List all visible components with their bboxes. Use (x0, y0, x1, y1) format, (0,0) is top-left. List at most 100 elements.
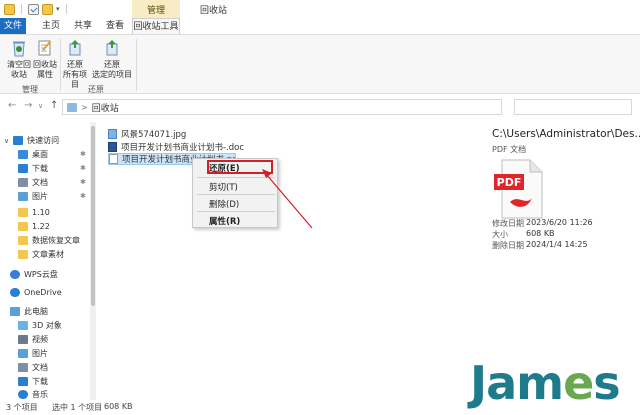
group-label-restore: 还原 (88, 85, 104, 94)
picture-icon (18, 192, 28, 201)
search-input[interactable] (514, 99, 632, 115)
nav-label: WPS云盘 (24, 270, 58, 279)
quick-access-toolbar: ▾ (0, 3, 70, 15)
menu-separator (197, 177, 275, 178)
ribbon: 清空回 收站 回收站 属性 管理 还原 所有项目 还原 选定的项目 还原 (0, 34, 640, 94)
menu-item-delete[interactable]: 删除(D) (209, 198, 239, 210)
folder-icon[interactable] (4, 3, 15, 15)
recycle-bin-properties-icon (35, 38, 55, 58)
pin-icon[interactable]: ✱ (80, 164, 86, 172)
watermark-text: s (593, 356, 620, 410)
nav-folder-article-materials[interactable]: 文章素材 (18, 248, 64, 261)
recycle-bin-properties-label: 回收站 属性 (33, 60, 57, 79)
restore-all-button[interactable]: 还原 所有项目 (60, 38, 90, 90)
nav-desktop[interactable]: 桌面 (18, 148, 48, 161)
forward-arrow-icon[interactable]: → (24, 100, 32, 111)
menu-item-properties[interactable]: 属性(R) (209, 215, 240, 227)
breadcrumb-recycle-bin[interactable]: 回收站 (92, 101, 119, 114)
details-deleted-date: 删除日期 2024/1/4 14:25 (492, 240, 588, 251)
folder-icon (18, 250, 28, 259)
recycle-bin-properties-button[interactable]: 回收站 属性 (30, 38, 60, 80)
context-tab-header: 管理 (132, 0, 180, 18)
status-selected: 选中 1 个项目 (52, 403, 103, 412)
nav-3d-objects[interactable]: 3D 对象 (18, 319, 62, 332)
chevron-down-icon[interactable]: ∨ (4, 137, 9, 145)
nav-quick-access[interactable]: ∨ 快速访问 (4, 134, 59, 147)
nav-label: 快速访问 (27, 136, 60, 145)
list-item[interactable]: 项目开发计划书商业计划书-.doc (108, 141, 244, 153)
nav-label: 下载 (32, 377, 48, 386)
pin-icon[interactable]: ✱ (80, 150, 86, 158)
nav-documents[interactable]: 文档 (18, 176, 48, 189)
image-file-icon (108, 129, 117, 139)
nav-videos[interactable]: 视频 (18, 333, 48, 346)
new-folder-icon[interactable] (42, 3, 53, 15)
tab-view[interactable]: 查看 (102, 18, 128, 34)
details-file-type: PDF 文档 (492, 145, 527, 154)
nav-label: 视频 (32, 335, 48, 344)
up-arrow-icon[interactable]: ↑ (50, 100, 58, 111)
nav-label: 1.10 (32, 208, 50, 217)
status-size: 608 KB (104, 402, 133, 411)
nav-wps-cloud[interactable]: WPS云盘 (10, 268, 58, 281)
group-divider (136, 39, 137, 91)
nav-label: 下载 (32, 164, 48, 173)
prop-value: 2023/6/20 11:26 (526, 218, 593, 227)
scrollbar-thumb[interactable] (91, 126, 95, 306)
prop-key: 修改日期 (492, 219, 524, 228)
nav-this-pc[interactable]: 此电脑 (10, 305, 48, 318)
video-icon (18, 335, 28, 344)
prop-value: 608 KB (526, 229, 555, 238)
nav-label: 桌面 (32, 150, 48, 159)
nav-label: 文档 (32, 363, 48, 372)
details-path: C:\Users\Administrator\Des... (492, 128, 640, 140)
restore-all-label: 还原 所有项目 (63, 60, 87, 89)
file-list: 风景574071.jpg 项目开发计划书商业计划书-.doc 项目开发计划书商业… (100, 122, 480, 400)
nav-folder-data-recovery[interactable]: 数据恢复文章 (18, 234, 80, 247)
nav-music[interactable]: 音乐 (18, 388, 48, 400)
nav-scrollbar[interactable] (90, 122, 96, 400)
watermark-text: Jam (470, 356, 564, 410)
status-item-count: 3 个项目 (6, 403, 38, 412)
list-item[interactable]: 风景574071.jpg (108, 128, 186, 140)
nav-pictures[interactable]: 图片 (18, 190, 48, 203)
file-name: 风景574071.jpg (121, 130, 187, 140)
restore-selected-button[interactable]: 还原 选定的项目 (92, 38, 132, 80)
nav-downloads[interactable]: 下载 (18, 162, 48, 175)
watermark-logo: James (470, 360, 621, 406)
chevron-down-icon[interactable]: ∨ (38, 102, 43, 110)
menu-item-cut[interactable]: 剪切(T) (209, 181, 238, 193)
tab-share[interactable]: 共享 (70, 18, 96, 34)
menu-separator (197, 194, 275, 195)
nav-label: 图片 (32, 349, 48, 358)
nav-documents-pc[interactable]: 文档 (18, 361, 48, 374)
pin-icon[interactable]: ✱ (80, 178, 86, 186)
nav-folder-1-22[interactable]: 1.22 (18, 220, 50, 233)
address-bar[interactable]: > 回收站 (62, 99, 502, 115)
annotation-highlight-box (207, 160, 273, 174)
nav-downloads-pc[interactable]: 下载 (18, 375, 48, 388)
chevron-down-icon[interactable]: ▾ (56, 5, 60, 13)
prop-key: 大小 (492, 230, 508, 239)
prop-value: 2024/1/4 14:25 (526, 240, 588, 249)
tab-home[interactable]: 主页 (38, 18, 64, 34)
pin-icon[interactable]: ✱ (80, 192, 86, 200)
nav-folder-1-10[interactable]: 1.10 (18, 206, 50, 219)
cloud-icon (10, 288, 20, 297)
cube-icon (18, 321, 28, 330)
nav-pictures-pc[interactable]: 图片 (18, 347, 48, 360)
download-icon (18, 377, 28, 386)
svg-text:PDF: PDF (497, 176, 522, 189)
watermark-text: e (563, 356, 594, 410)
nav-label: 音乐 (32, 390, 48, 399)
nav-onedrive[interactable]: OneDrive (10, 286, 62, 299)
separator (65, 4, 67, 14)
tab-recycle-bin-tools[interactable]: 回收站工具 (132, 18, 180, 34)
prop-key: 删除日期 (492, 241, 524, 250)
tab-file[interactable]: 文件 (0, 18, 26, 34)
details-modified-date: 修改日期 2023/6/20 11:26 (492, 218, 593, 229)
back-arrow-icon[interactable]: ← (8, 100, 16, 111)
music-icon (18, 390, 28, 399)
properties-icon[interactable] (28, 3, 39, 15)
ribbon-tabs: 文件 主页 共享 查看 回收站工具 (0, 18, 640, 34)
